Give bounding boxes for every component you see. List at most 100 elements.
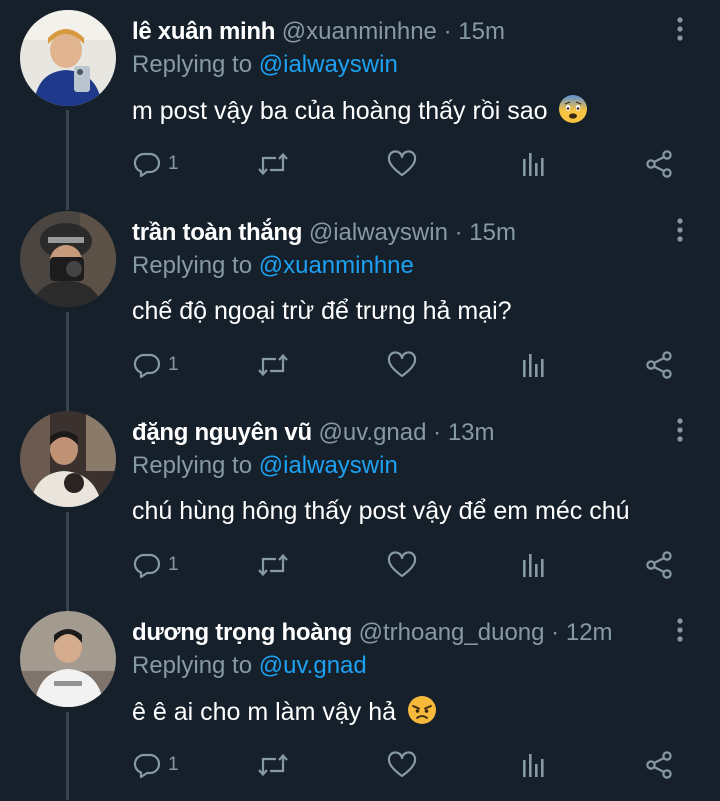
display-name[interactable]: đặng nguyên vũ	[132, 419, 312, 446]
like-button[interactable]	[386, 146, 418, 182]
like-icon	[387, 351, 417, 378]
share-icon	[646, 751, 672, 779]
retweet-button[interactable]	[256, 547, 290, 583]
more-options-icon[interactable]	[670, 615, 690, 645]
replying-to-label: Replying to	[132, 51, 259, 78]
tweet-actions: 1	[132, 747, 692, 787]
avatar[interactable]	[20, 411, 116, 507]
tweet-text-content: chế độ ngoại trừ để trưng hả mại?	[132, 297, 512, 325]
retweet-button[interactable]	[256, 747, 290, 783]
tweet-text: ê ê ai cho m làm vậy hả	[132, 695, 437, 728]
analytics-button[interactable]	[518, 146, 548, 182]
analytics-button[interactable]	[518, 747, 548, 783]
mention-link[interactable]: @ialwayswin	[259, 51, 398, 78]
replying-to: Replying to @uv.gnad	[132, 651, 367, 681]
like-button[interactable]	[386, 547, 418, 583]
tweet-text-content: ê ê ai cho m làm vậy hả	[132, 698, 397, 726]
timestamp[interactable]: 15m	[458, 18, 505, 45]
mention-link[interactable]: @uv.gnad	[259, 652, 367, 679]
retweet-icon	[258, 753, 288, 777]
share-button[interactable]	[644, 747, 674, 783]
share-button[interactable]	[644, 547, 674, 583]
tweet-actions: 1	[132, 547, 692, 587]
reply-button[interactable]: 1	[132, 347, 179, 383]
tweet[interactable]: trần toàn thắng @ialwayswin · 15m Replyi…	[0, 201, 720, 401]
like-button[interactable]	[386, 347, 418, 383]
reply-icon	[133, 152, 161, 178]
reply-count: 1	[168, 554, 179, 575]
tweet-header: trần toàn thắng @ialwayswin · 15m	[132, 217, 516, 249]
avatar[interactable]	[20, 611, 116, 707]
avatar[interactable]	[20, 211, 116, 307]
separator-dot: ·	[551, 619, 560, 646]
tweet-header: lê xuân minh @xuanminhne · 15m	[132, 16, 505, 48]
share-icon	[646, 551, 672, 579]
analytics-icon	[523, 554, 544, 577]
like-button[interactable]	[386, 747, 418, 783]
retweet-button[interactable]	[256, 146, 290, 182]
retweet-button[interactable]	[256, 347, 290, 383]
tweet-text: m post vậy ba của hoàng thấy rồi sao	[132, 94, 588, 127]
display-name[interactable]: dương trọng hoàng	[132, 619, 352, 646]
tweet-header: đặng nguyên vũ @uv.gnad · 13m	[132, 417, 495, 449]
like-icon	[387, 551, 417, 578]
share-icon	[646, 351, 672, 379]
fearful-face-emoji	[559, 95, 588, 123]
analytics-icon	[523, 754, 544, 777]
like-icon	[387, 751, 417, 778]
tweet[interactable]: lê xuân minh @xuanminhne · 15m Replying …	[0, 0, 720, 200]
separator-dot: ·	[443, 18, 452, 45]
share-icon	[646, 150, 672, 178]
retweet-icon	[258, 152, 288, 176]
user-handle[interactable]: @xuanminhne	[282, 18, 437, 45]
display-name[interactable]: trần toàn thắng	[132, 219, 302, 246]
tweet-text-content: chú hùng hông thấy post vậy để em méc ch…	[132, 497, 630, 525]
replying-to: Replying to @ialwayswin	[132, 50, 398, 80]
tweet-text-content: m post vậy ba của hoàng thấy rồi sao	[132, 97, 548, 125]
more-options-icon[interactable]	[670, 14, 690, 44]
analytics-button[interactable]	[518, 547, 548, 583]
retweet-icon	[258, 353, 288, 377]
tweet[interactable]: đặng nguyên vũ @uv.gnad · 13m Replying t…	[0, 401, 720, 601]
more-options-icon[interactable]	[670, 415, 690, 445]
tweet-actions: 1	[132, 146, 692, 186]
reply-icon	[133, 353, 161, 379]
retweet-icon	[258, 553, 288, 577]
tweet[interactable]: dương trọng hoàng @trhoang_duong · 12m R…	[0, 601, 720, 801]
timestamp[interactable]: 13m	[448, 419, 495, 446]
user-handle[interactable]: @ialwayswin	[309, 219, 448, 246]
tweet-text: chế độ ngoại trừ để trưng hả mại?	[132, 295, 512, 327]
analytics-icon	[523, 354, 544, 377]
share-button[interactable]	[644, 347, 674, 383]
replying-to-label: Replying to	[132, 652, 259, 679]
reply-icon	[133, 553, 161, 579]
share-button[interactable]	[644, 146, 674, 182]
reply-count: 1	[168, 354, 179, 375]
user-handle[interactable]: @trhoang_duong	[359, 619, 545, 646]
avatar[interactable]	[20, 10, 116, 106]
mention-link[interactable]: @ialwayswin	[259, 452, 398, 479]
replying-to-label: Replying to	[132, 252, 259, 279]
reply-button[interactable]: 1	[132, 547, 179, 583]
tweet-header: dương trọng hoàng @trhoang_duong · 12m	[132, 617, 613, 649]
display-name[interactable]: lê xuân minh	[132, 18, 275, 45]
like-icon	[387, 150, 417, 177]
mention-link[interactable]: @xuanminhne	[259, 252, 414, 279]
tweet-actions: 1	[132, 347, 692, 387]
reply-icon	[133, 753, 161, 779]
angry-face-emoji	[407, 696, 436, 724]
user-handle[interactable]: @uv.gnad	[318, 419, 426, 446]
separator-dot: ·	[454, 219, 463, 246]
tweet-text: chú hùng hông thấy post vậy để em méc ch…	[132, 495, 630, 527]
analytics-button[interactable]	[518, 347, 548, 383]
replying-to-label: Replying to	[132, 452, 259, 479]
reply-count: 1	[168, 754, 179, 775]
reply-button[interactable]: 1	[132, 747, 179, 783]
more-options-icon[interactable]	[670, 215, 690, 245]
reply-button[interactable]: 1	[132, 146, 179, 182]
replying-to: Replying to @xuanminhne	[132, 251, 414, 281]
timestamp[interactable]: 15m	[469, 219, 516, 246]
analytics-icon	[523, 153, 544, 176]
timestamp[interactable]: 12m	[566, 619, 613, 646]
separator-dot: ·	[433, 419, 442, 446]
